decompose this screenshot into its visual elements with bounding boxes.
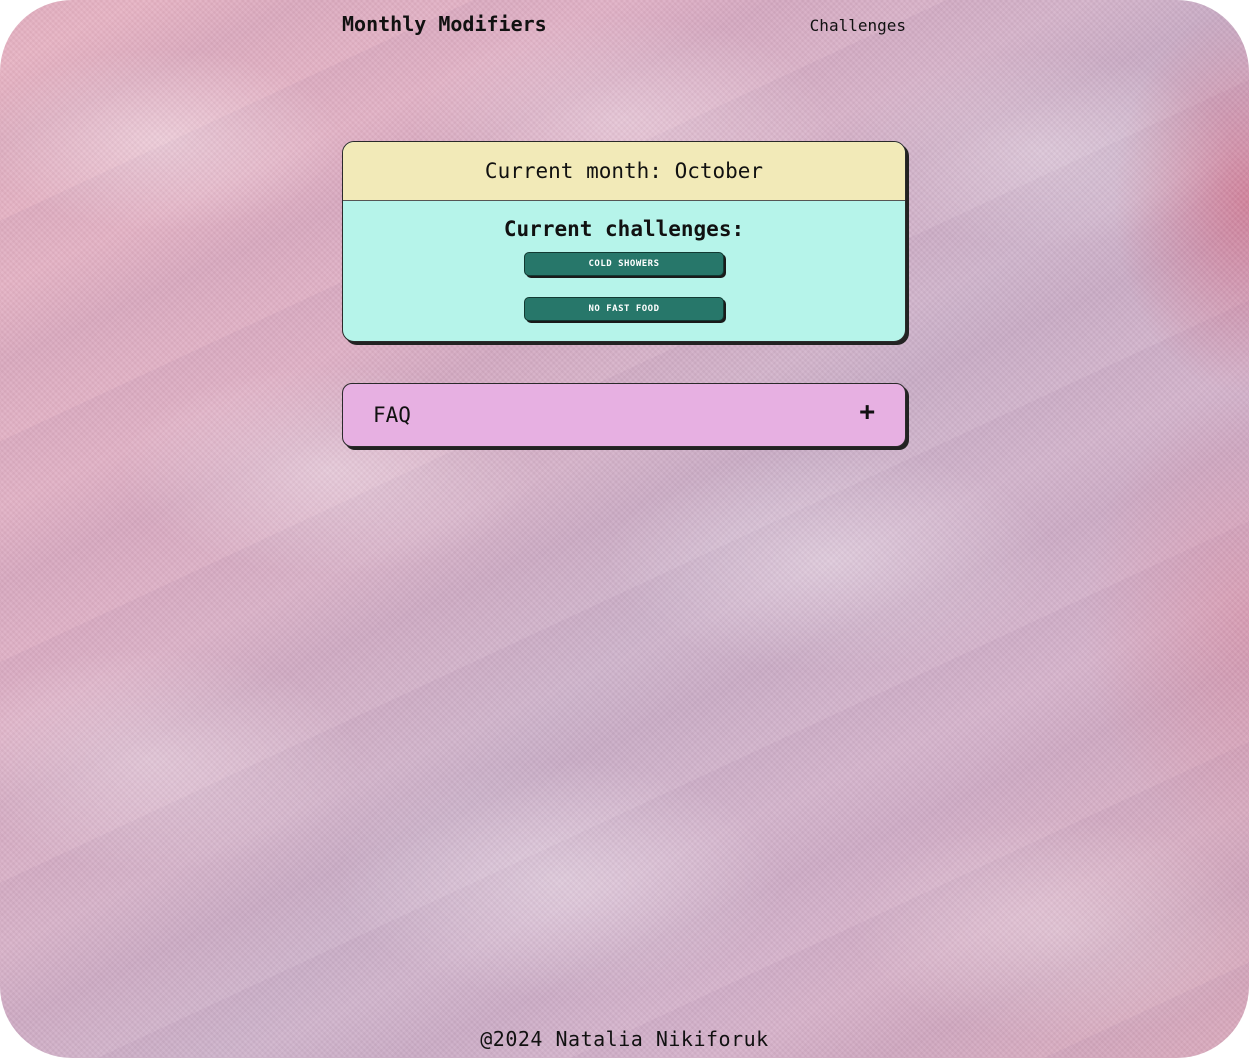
faq-accordion[interactable]: FAQ + [342, 383, 906, 447]
current-month-heading: Current month: October [343, 142, 905, 201]
site-brand[interactable]: Monthly Modifiers [342, 12, 547, 36]
nav-link-challenges[interactable]: Challenges [810, 16, 906, 35]
current-challenges-title: Current challenges: [503, 217, 745, 241]
page-background: Monthly Modifiers Challenges Current mon… [0, 0, 1249, 1058]
challenge-button-cold-showers[interactable]: COLD SHOWERS [524, 252, 724, 276]
plus-icon[interactable]: + [859, 398, 875, 426]
challenge-button-no-fast-food[interactable]: NO FAST FOOD [524, 297, 724, 321]
current-challenges-section: Current challenges: COLD SHOWERS NO FAST… [343, 201, 905, 321]
faq-label: FAQ [373, 403, 411, 427]
current-month-card: Current month: October Current challenge… [342, 141, 906, 342]
top-header: Monthly Modifiers Challenges [342, 12, 906, 40]
footer-copyright: @2024 Natalia Nikiforuk [480, 1027, 769, 1051]
